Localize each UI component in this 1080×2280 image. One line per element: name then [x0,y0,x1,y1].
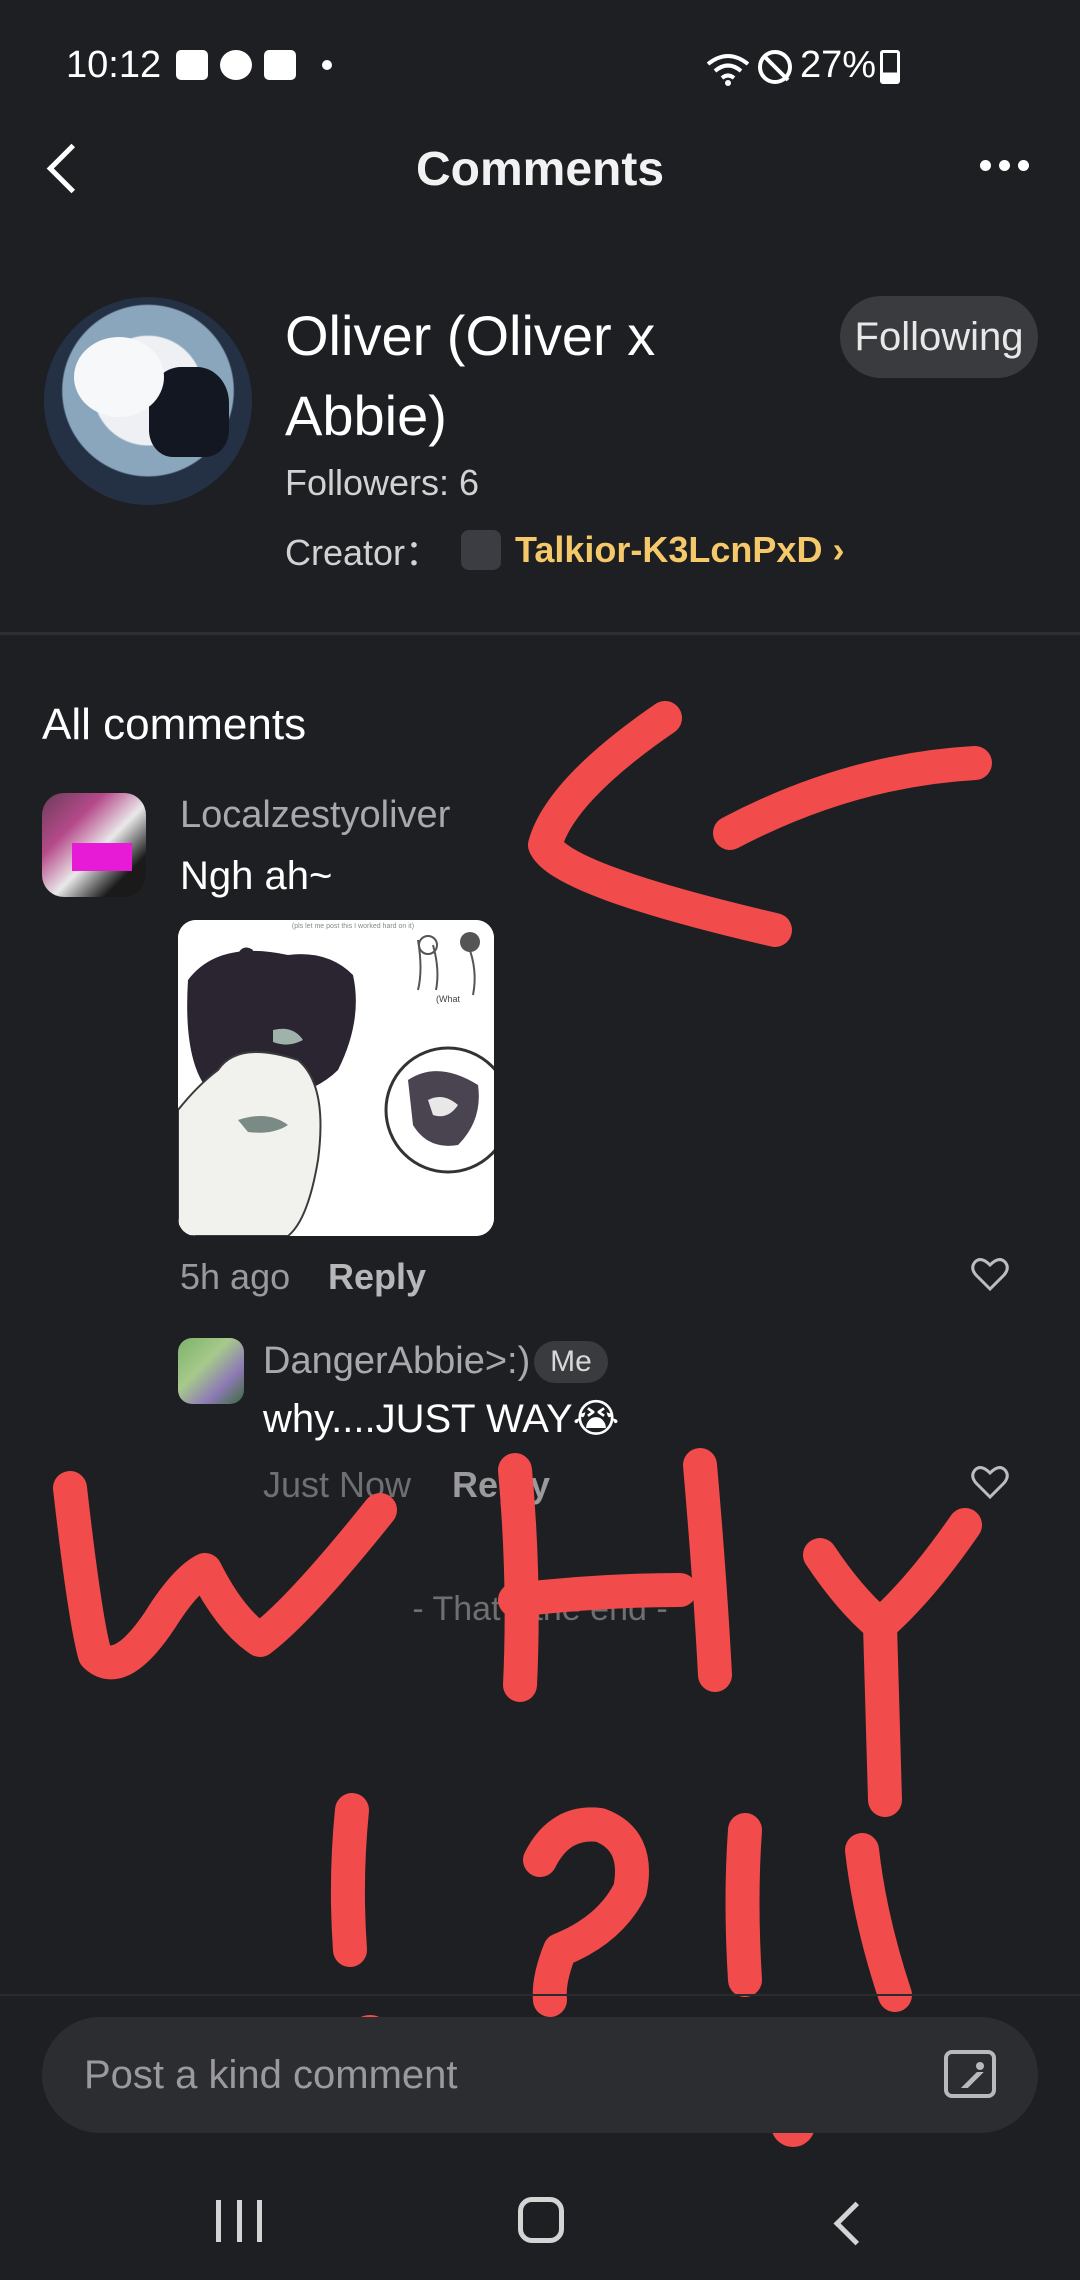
divider [0,632,1080,635]
heart-icon[interactable] [970,1462,1010,1502]
reply-button[interactable]: Reply [452,1464,550,1506]
gallery-icon [176,50,208,80]
me-badge: Me [534,1341,608,1383]
creator-link[interactable]: Creator： Talkior-K3LcnPxD › [285,524,844,576]
recent-apps-button[interactable] [216,2200,262,2242]
more-notifications-icon [322,60,332,70]
reply-username[interactable]: DangerAbbie>:) [263,1340,530,1383]
system-back-button[interactable] [826,2200,870,2246]
more-dot-icon [1018,159,1029,171]
comment-image[interactable]: (pls let me post this I worked hard on i… [178,920,494,1236]
end-of-list-text: - That's the end - [412,1590,668,1628]
wifi-icon [706,54,750,86]
comment-time: 5h ago [180,1256,291,1297]
more-dot-icon [999,159,1010,171]
more-dot-icon [980,159,991,171]
battery-icon [880,50,900,84]
image-caption: (pls let me post this I worked hard on i… [292,923,414,930]
reply-button[interactable]: Reply [328,1256,426,1298]
reply-avatar[interactable] [178,1338,244,1404]
attach-image-icon[interactable] [944,2050,996,2098]
status-bar [0,0,1080,130]
chevron-right-icon: › [832,529,845,570]
recents-bar-icon [216,2200,221,2242]
svg-text:(What: (What [436,994,461,1004]
comment-input[interactable] [84,2040,884,2110]
reply-time: Just Now [263,1464,412,1505]
page-title: Comments [415,143,665,196]
character-avatar[interactable] [44,297,252,505]
chrome-icon [220,50,252,80]
creator-name: Talkior-K3LcnPxD [515,529,823,570]
notification-icons [176,50,332,80]
comment-text: Ngh ah~ [180,854,333,898]
divider [0,1994,1080,1996]
more-options-button[interactable] [980,150,1040,180]
heart-icon[interactable] [970,1254,1010,1294]
followers-count: Followers: 6 [285,462,480,503]
youtube-icon [264,50,296,80]
following-button[interactable]: Following [840,296,1038,378]
character-name: Oliver (Oliver x Abbie) [285,304,656,447]
recents-bar-icon [257,2200,262,2242]
recents-bar-icon [236,2200,242,2242]
comment-username[interactable]: Localzestyoliver [180,794,450,837]
comment-avatar[interactable] [42,793,146,897]
home-button[interactable] [518,2197,564,2243]
creator-avatar [461,530,502,570]
reply-text: why....JUST WAY😭 [263,1397,620,1441]
section-title: All comments [42,700,307,749]
creator-label: Creator： [285,532,442,573]
do-not-disturb-icon [758,50,792,84]
status-time: 10:12 [66,44,162,86]
